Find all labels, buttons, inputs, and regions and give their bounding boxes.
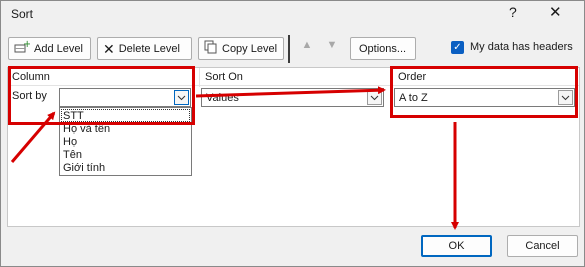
arrow-to-order (195, 86, 386, 98)
annotation-arrows (10, 86, 459, 230)
arrow-to-column (10, 111, 56, 163)
